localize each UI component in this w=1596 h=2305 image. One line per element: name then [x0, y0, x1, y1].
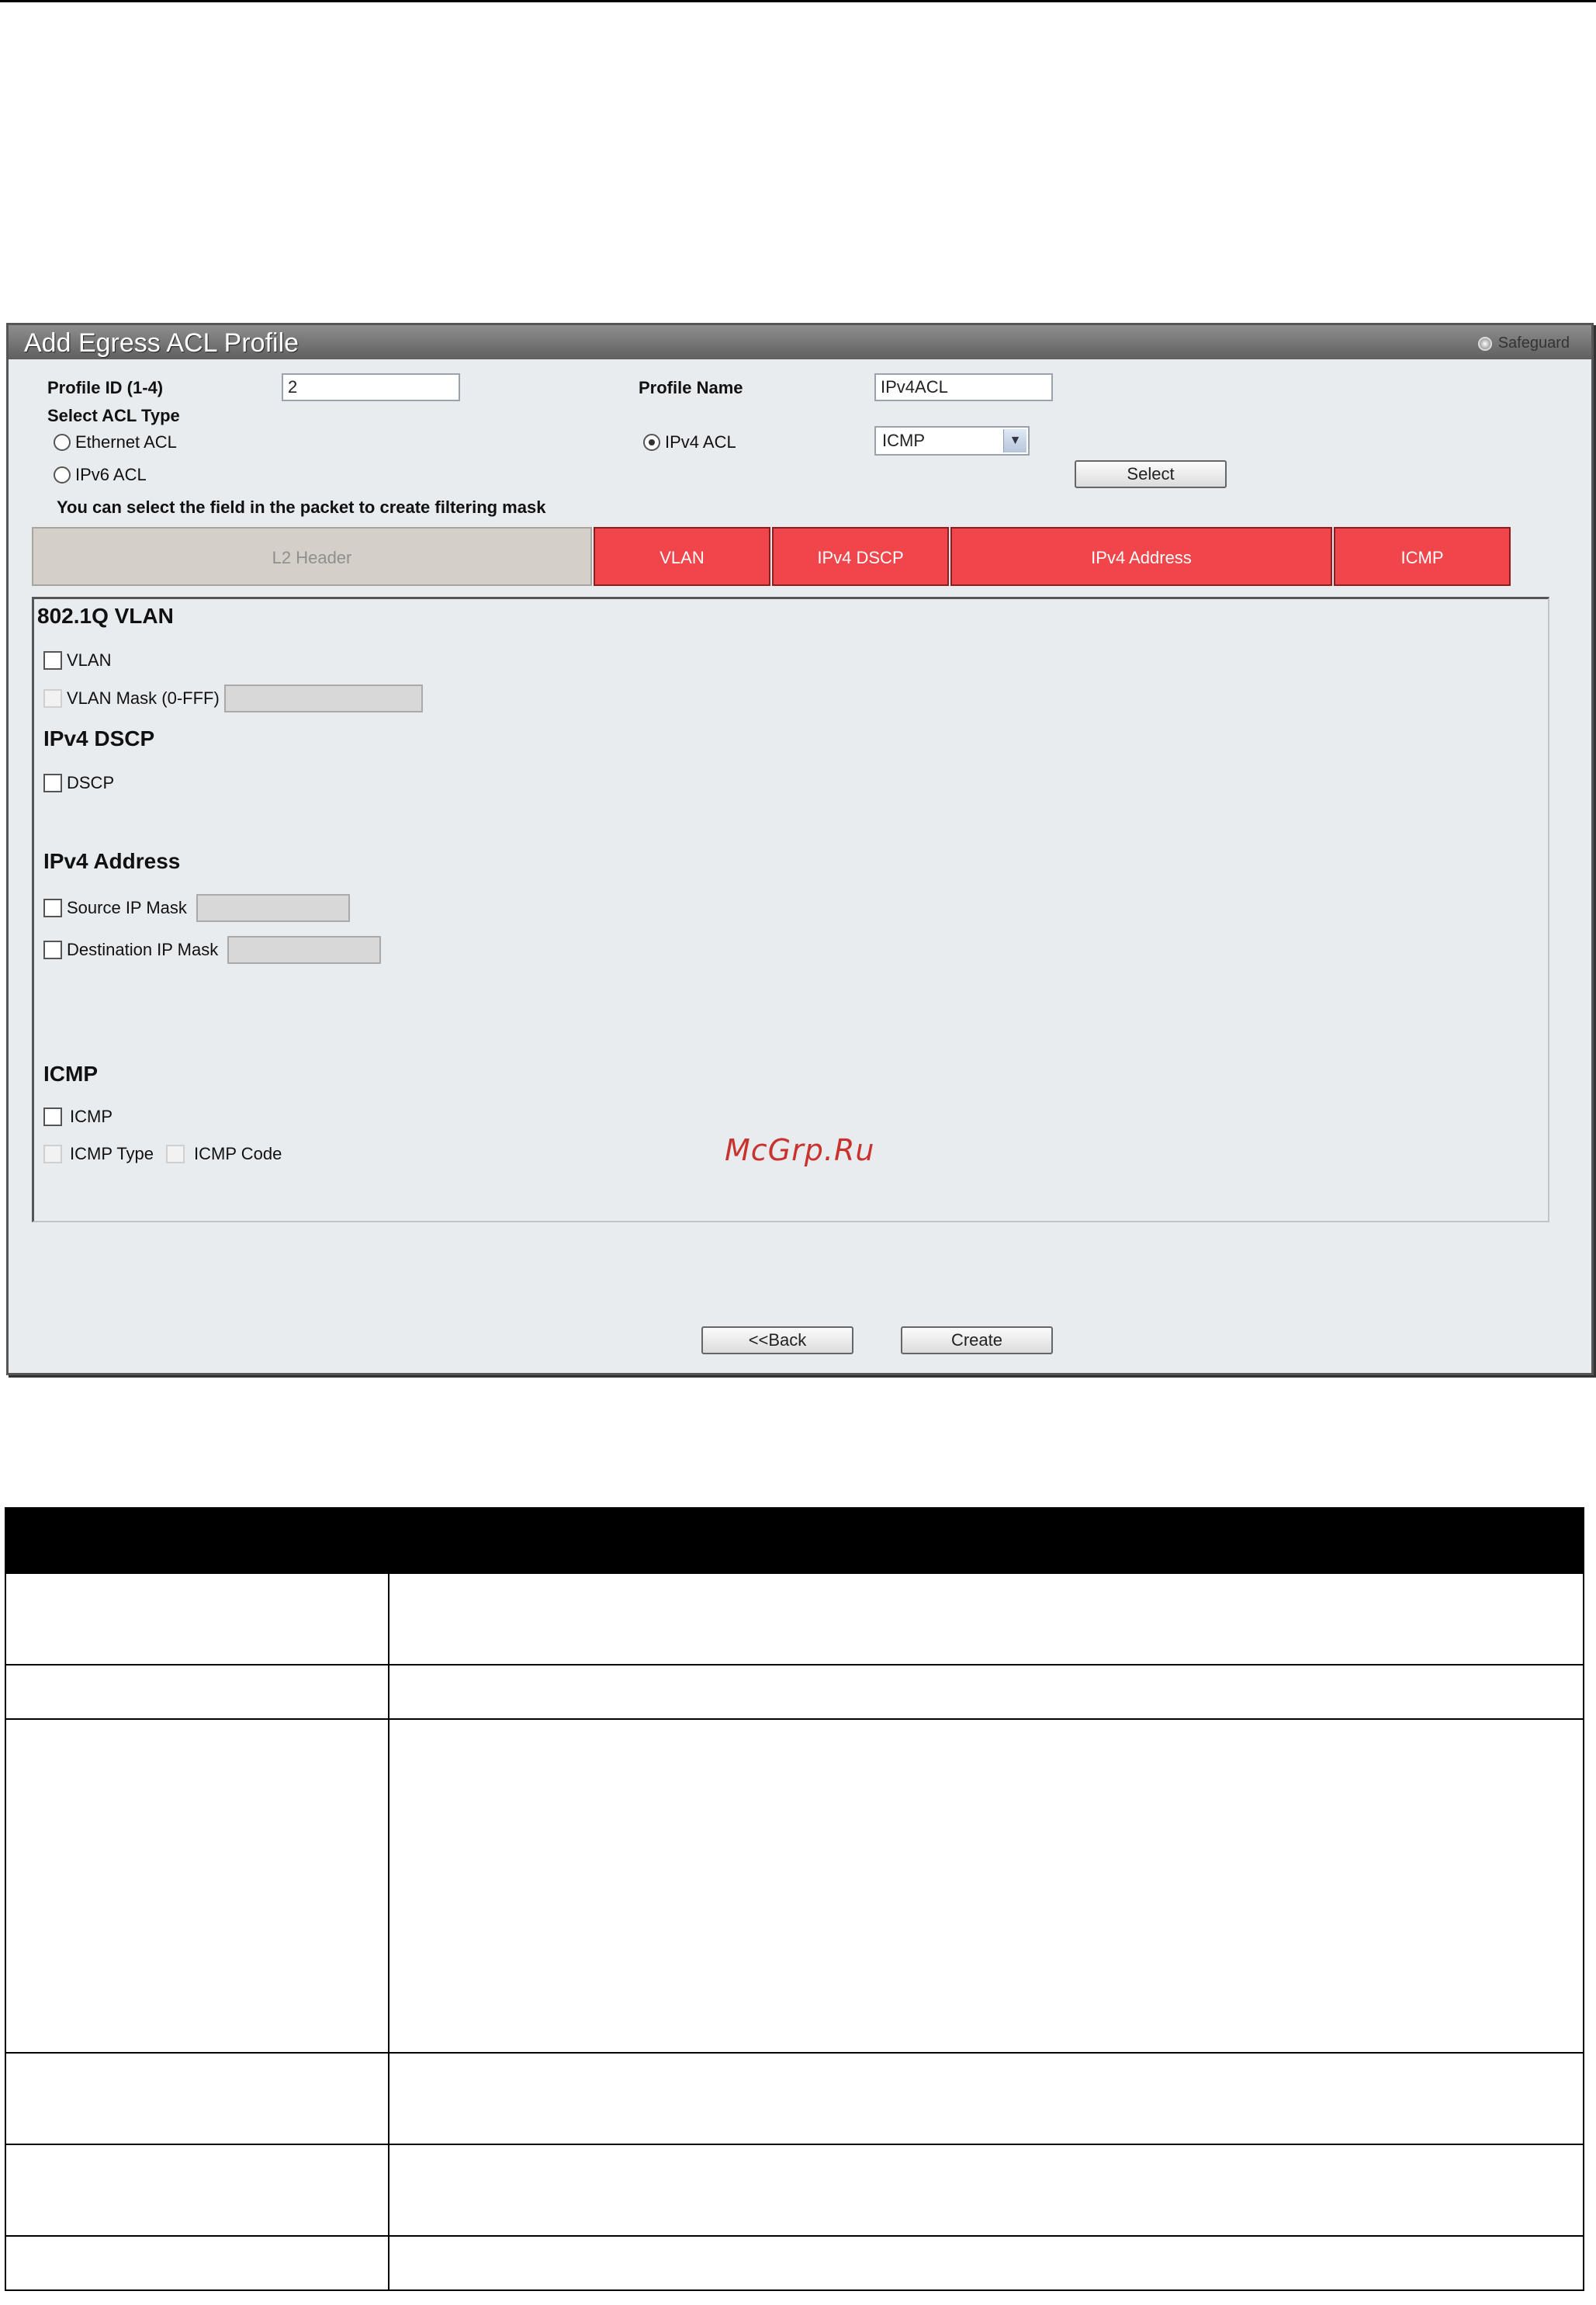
dscp-section-heading: IPv4 DSCP	[43, 726, 155, 750]
filter-hint-text: You can select the field in the packet t…	[57, 497, 546, 517]
table-header-row	[5, 1507, 1584, 1574]
table-cell	[388, 1664, 1584, 1720]
table-cell	[5, 1718, 389, 2054]
watermark-text: McGrp.Ru	[725, 1133, 875, 1167]
source-ip-label: Source IP Mask	[67, 898, 187, 917]
table-row	[5, 2235, 1584, 2291]
safeguard-label: Safeguard	[1497, 334, 1570, 352]
parameter-table	[5, 1507, 1584, 2291]
select-button[interactable]: Select	[1075, 460, 1227, 488]
dscp-checkbox-row[interactable]: DSCP	[43, 773, 114, 793]
back-button[interactable]: <<Back	[701, 1326, 853, 1354]
vlan-mask-checkbox	[43, 689, 62, 708]
page-top-rule	[0, 0, 1596, 2]
vlan-mask-input	[223, 685, 423, 712]
select-acl-type-label: Select ACL Type	[47, 406, 180, 425]
profile-id-label: Profile ID (1-4)	[47, 378, 164, 397]
table-row	[5, 2144, 1584, 2237]
destination-ip-checkbox[interactable]	[43, 941, 62, 959]
ipv4-acl-label: IPv4 ACL	[665, 432, 736, 452]
tab-l2-header: L2 Header	[32, 527, 592, 586]
window-titlebar: Add Egress ACL Profile Safeguard	[9, 325, 1591, 359]
table-row	[5, 1572, 1584, 1665]
icmp-checkbox[interactable]	[43, 1107, 62, 1126]
protocol-select-value: ICMP	[882, 431, 925, 450]
icmp-type-code-row: ICMP Type ICMP Code	[43, 1144, 282, 1164]
ipv6-acl-radio[interactable]: IPv6 ACL	[54, 465, 147, 485]
vlan-mask-row: VLAN Mask (0-FFF)	[43, 685, 423, 712]
table-cell	[5, 2235, 389, 2291]
icmp-label: ICMP	[70, 1107, 113, 1126]
icmp-code-checkbox	[166, 1145, 185, 1163]
destination-ip-row[interactable]: Destination IP Mask	[43, 936, 382, 964]
destination-ip-mask-input	[227, 936, 382, 964]
address-section-heading: IPv4 Address	[43, 849, 181, 873]
icmp-type-label: ICMP Type	[70, 1144, 154, 1163]
table-cell	[5, 2144, 389, 2237]
profile-id-input[interactable]	[282, 373, 460, 401]
table-header-cell	[5, 1507, 389, 1574]
icmp-type-checkbox	[43, 1145, 62, 1163]
ethernet-acl-label: Ethernet ACL	[75, 432, 177, 452]
table-row	[5, 1718, 1584, 2054]
profile-name-input[interactable]	[874, 373, 1053, 401]
radio-checked-icon[interactable]	[643, 434, 660, 451]
tab-ipv4-address[interactable]: IPv4 Address	[950, 527, 1332, 586]
table-cell	[388, 2235, 1584, 2291]
source-ip-row[interactable]: Source IP Mask	[43, 894, 350, 922]
safeguard-indicator[interactable]: Safeguard	[1477, 334, 1570, 352]
acl-profile-window: Add Egress ACL Profile Safeguard Profile…	[6, 323, 1594, 1375]
radio-icon[interactable]	[54, 434, 71, 451]
table-header-cell	[388, 1507, 1584, 1574]
table-row	[5, 1664, 1584, 1720]
vlan-section-heading: 802.1Q VLAN	[37, 604, 174, 628]
table-row	[5, 2052, 1584, 2145]
source-ip-checkbox[interactable]	[43, 899, 62, 917]
ethernet-acl-radio[interactable]: Ethernet ACL	[54, 432, 177, 452]
tab-ipv4-dscp[interactable]: IPv4 DSCP	[772, 527, 949, 586]
profile-name-label: Profile Name	[639, 378, 743, 397]
vlan-checkbox-row[interactable]: VLAN	[43, 650, 111, 671]
table-cell	[5, 1664, 389, 1720]
chevron-down-icon[interactable]: ▼	[1003, 429, 1026, 452]
icmp-checkbox-row[interactable]: ICMP	[43, 1107, 113, 1127]
tab-icmp[interactable]: ICMP	[1334, 527, 1511, 586]
window-title: Add Egress ACL Profile	[24, 328, 299, 358]
table-cell	[388, 2052, 1584, 2145]
radio-icon[interactable]	[54, 466, 71, 484]
tab-vlan[interactable]: VLAN	[594, 527, 770, 586]
table-cell	[388, 1572, 1584, 1665]
vlan-mask-label: VLAN Mask (0-FFF)	[67, 688, 220, 708]
create-button[interactable]: Create	[901, 1326, 1053, 1354]
table-cell	[5, 2052, 389, 2145]
icmp-code-label: ICMP Code	[194, 1144, 282, 1163]
icmp-section-heading: ICMP	[43, 1062, 98, 1086]
dscp-label: DSCP	[67, 773, 115, 792]
ipv4-acl-radio[interactable]: IPv4 ACL	[643, 432, 736, 452]
vlan-label: VLAN	[67, 650, 112, 670]
safeguard-icon	[1477, 336, 1492, 351]
dscp-checkbox[interactable]	[43, 774, 62, 792]
table-cell	[388, 2144, 1584, 2237]
vlan-checkbox[interactable]	[43, 651, 62, 670]
ipv6-acl-label: IPv6 ACL	[75, 465, 147, 484]
protocol-select[interactable]: ICMP ▼	[874, 426, 1030, 456]
destination-ip-label: Destination IP Mask	[67, 940, 219, 959]
table-cell	[5, 1572, 389, 1665]
source-ip-mask-input	[196, 894, 350, 922]
table-cell	[388, 1718, 1584, 2054]
filter-mask-panel: 802.1Q VLAN VLAN VLAN Mask (0-FFF) IPv4 …	[32, 597, 1549, 1222]
